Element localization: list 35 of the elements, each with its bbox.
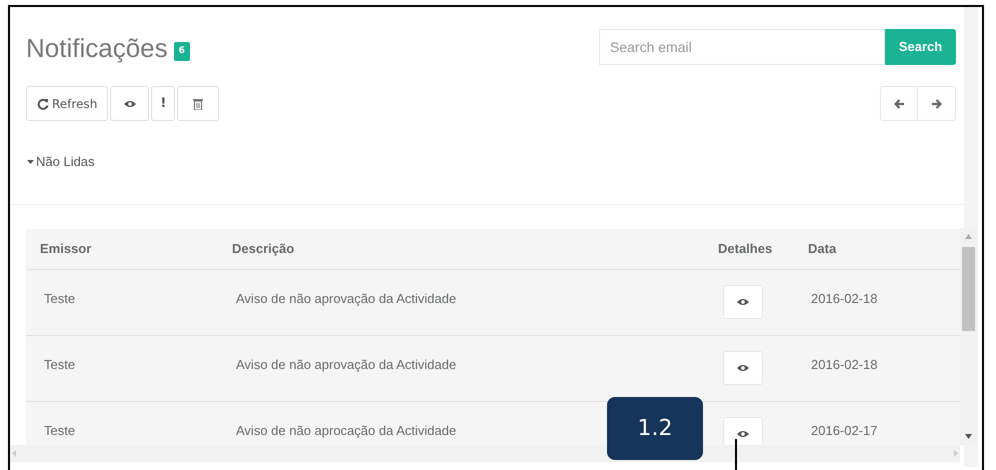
eye-icon [737,430,749,438]
details-button[interactable] [723,416,763,446]
table-cell: 2016-02-18 [811,356,878,372]
table-cell: Aviso de não aprovação da Actividade [236,356,456,372]
table-cell: Aviso de não aprovação da Actividade [236,290,456,306]
table-cell: Teste [44,422,76,438]
search-field[interactable]: Search email [599,29,885,65]
eye-icon [737,298,749,306]
table-cell: Aviso de não aprocação da Actividade [236,422,456,438]
count-badge: 6 [174,42,190,62]
callout-label: 1.2 [607,397,703,460]
column-header: Detalhes [718,241,772,256]
table-cell: Teste [44,356,76,372]
column-header: Data [808,241,836,256]
scroll-down-icon[interactable] [965,434,972,439]
column-header: Emissor [40,241,92,256]
important-button[interactable]: ! [151,86,176,121]
eye-icon [737,364,749,372]
trash-icon [193,98,204,110]
details-button[interactable] [723,350,763,384]
column-header: Descrição [232,241,294,256]
arrow-left-icon [894,98,904,108]
unread-toggle[interactable]: Não Lidas [27,152,95,172]
scroll-thumb[interactable] [962,247,975,331]
view-button[interactable] [110,86,150,121]
table-cell: 2016-02-18 [811,290,878,306]
delete-button[interactable] [177,86,220,121]
refresh-button[interactable]: Refresh [26,86,108,121]
details-button[interactable] [723,284,763,318]
table-cell: Teste [44,290,76,306]
table-cell: 2016-02-17 [811,422,878,438]
refresh-icon [37,98,49,110]
arrow-right-icon [931,98,942,108]
page-title: Notificações [26,32,168,65]
eye-icon [124,100,136,108]
